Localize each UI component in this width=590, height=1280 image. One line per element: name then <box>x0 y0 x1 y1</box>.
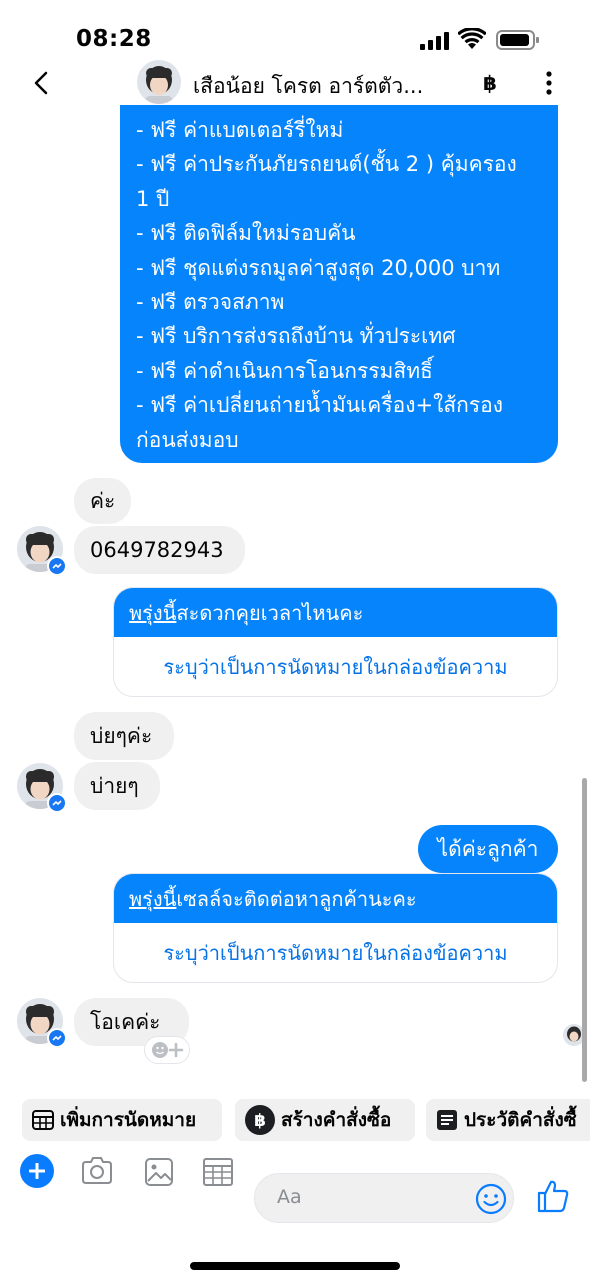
message-composer[interactable]: Aa <box>254 1173 514 1223</box>
date-link[interactable]: พรุ่งนี้ <box>129 597 176 629</box>
order-history-button[interactable]: ประวัติคำสั่งซื้ <box>426 1099 590 1141</box>
message-line: - ฟรี ติดฟิล์มใหม่รอบคัน <box>136 221 356 246</box>
message-input[interactable]: Aa <box>277 1186 302 1208</box>
more-vertical-icon <box>546 71 552 95</box>
back-button[interactable] <box>26 68 56 98</box>
messenger-badge-icon <box>47 793 67 813</box>
emoji-icon[interactable] <box>475 1183 507 1215</box>
incoming-message-bubble[interactable]: ค่ะ <box>74 478 131 524</box>
appointment-calendar-icon[interactable] <box>202 1154 234 1188</box>
outgoing-message-bubble[interactable]: ได้ค่ะลูกค้า <box>418 825 558 873</box>
mark-as-appointment-button[interactable]: ระบุว่าเป็นการนัดหมายในกล่องข้อความ <box>114 637 557 696</box>
message-line: - ฟรี ค่าเปลี่ยนถ่ายน้ำมันเครื่อง+ใส้กรอ… <box>136 393 504 418</box>
calendar-grid-icon <box>32 1110 54 1130</box>
message-line: - ฟรี ตรวจสภาพ <box>136 290 285 315</box>
status-time: 08:28 <box>76 26 152 52</box>
message-line: - ฟรี ค่าแบตเตอร์รี่ใหม่ <box>136 118 344 142</box>
date-link[interactable]: พรุ่งนี้ <box>129 883 176 915</box>
appointment-card: พรุ่งนี้ สะดวกคุยเวลาไหนคะ ระบุว่าเป็นการ… <box>113 587 558 697</box>
quick-action-label: ประวัติคำสั่งซื้ <box>464 1109 577 1131</box>
incoming-message-bubble[interactable]: บ่ายๆ <box>74 762 160 810</box>
camera-icon[interactable] <box>80 1154 114 1188</box>
incoming-message-bubble[interactable]: บ่ยๆค่ะ <box>74 712 174 760</box>
message-line: - ฟรี ชุดแต่งรถมูลค่าสูงสุด 20,000 บาท <box>136 255 501 280</box>
wifi-icon <box>458 28 486 49</box>
incoming-message-bubble[interactable]: 0649782943 <box>74 526 245 574</box>
contact-name[interactable]: เสือน้อย โครต อาร์ตตัว... <box>193 70 463 103</box>
scrollbar[interactable] <box>582 778 587 1082</box>
quick-action-label: เพิ่มการนัดหมาย <box>60 1109 197 1131</box>
messenger-badge-icon <box>47 556 67 576</box>
order-baht-button[interactable]: ฿ <box>478 68 502 98</box>
create-order-button[interactable]: ฿ สร้างคำสั่งซื้อ <box>235 1099 415 1141</box>
message-line: - ฟรี บริการส่งรถถึงบ้าน ทั่วประเทศ <box>136 324 456 349</box>
more-options-button[interactable] <box>537 66 561 100</box>
plus-icon <box>29 1163 45 1179</box>
status-bar: 08:28 <box>0 0 590 60</box>
appointment-message: พรุ่งนี้ สะดวกคุยเวลาไหนคะ <box>114 588 557 637</box>
avatar-photo <box>137 60 181 104</box>
chat-header: เสือน้อย โครต อาร์ตตัว... ฿ <box>0 56 590 112</box>
home-indicator <box>190 1262 400 1270</box>
messenger-badge-icon <box>47 1028 67 1048</box>
baht-circle-icon: ฿ <box>245 1105 275 1135</box>
message-line: ก่อนส่งมอบ <box>136 427 239 452</box>
gallery-icon[interactable] <box>144 1154 174 1188</box>
mark-as-appointment-button[interactable]: ระบุว่าเป็นการนัดหมายในกล่องข้อความ <box>114 923 557 982</box>
outgoing-message-bubble[interactable]: - ฟรี ค่าแบตเตอร์รี่ใหม่ - ฟรี ค่าประกัน… <box>120 105 558 463</box>
svg-text:฿: ฿ <box>254 1111 266 1131</box>
smiley-plus-icon <box>152 1042 184 1058</box>
appointment-message: พรุ่งนี้ เซลล์จะติดต่อหาลูกค้านะคะ <box>114 874 557 923</box>
cellular-signal-icon <box>420 32 449 50</box>
message-line: 1 ปี <box>136 186 170 211</box>
quick-action-label: สร้างคำสั่งซื้อ <box>281 1109 392 1131</box>
message-line: - ฟรี ค่าดำเนินการโอนกรรมสิทธิ์ <box>136 358 433 383</box>
battery-icon <box>496 30 539 50</box>
appointment-card: พรุ่งนี้ เซลล์จะติดต่อหาลูกค้านะคะ ระบุว่… <box>113 873 558 983</box>
contact-avatar[interactable] <box>137 60 181 104</box>
more-actions-button[interactable] <box>20 1154 54 1188</box>
thumbs-up-icon[interactable] <box>535 1178 571 1214</box>
add-reaction-button[interactable] <box>144 1036 190 1064</box>
add-appointment-button[interactable]: เพิ่มการนัดหมาย <box>22 1099 222 1141</box>
message-line: - ฟรี ค่าประกันภัยรถยนต์(ชั้น 2 ) คุ้มคร… <box>136 152 517 177</box>
receipt-icon <box>436 1109 458 1131</box>
chevron-left-icon <box>34 71 48 95</box>
